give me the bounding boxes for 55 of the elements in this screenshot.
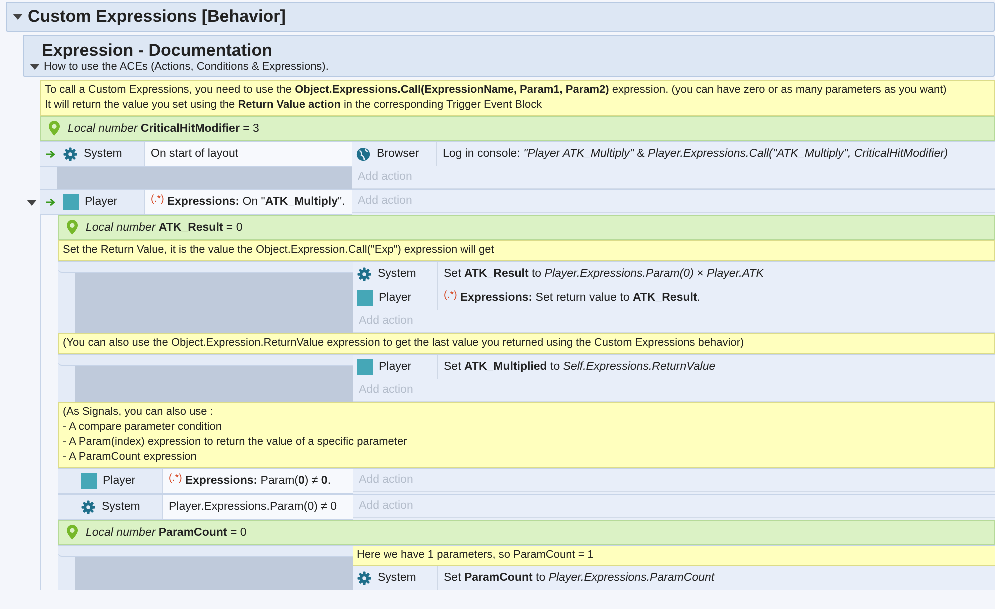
group-header[interactable]: Expression - Documentation How to use the ACEs (Actions, Conditions & Expressions). — [23, 35, 995, 77]
object-name: System — [378, 572, 416, 584]
object-name: Player — [103, 475, 136, 487]
group-title: Expression - Documentation — [41, 40, 274, 61]
comment: Set the Return Value, it is the value the Object.Expression.Call("Exp") expression will get — [58, 240, 995, 261]
expand-arrow-icon[interactable] — [13, 12, 23, 22]
expand-arrow-icon[interactable] — [30, 62, 40, 72]
gear-icon — [63, 146, 78, 162]
behavior-mark: (.*) — [169, 472, 182, 484]
action-text[interactable]: Log in console: "Player ATK_Multiply" & Player.Expressions.Call("ATK_Multiply", CriticalHitModifier) — [443, 148, 948, 160]
comment: Here we have 1 parameters, so ParamCount = 1 — [353, 546, 995, 566]
object-name: System — [84, 148, 122, 160]
action-object[interactable]: System — [353, 262, 438, 286]
gear-icon — [357, 570, 372, 586]
pin-icon — [67, 220, 78, 235]
behavior-mark: (.*) — [151, 194, 164, 204]
variable-text: Local number ATK_Result = 0 — [86, 222, 243, 234]
group-header[interactable]: Custom Expressions [Behavior] — [6, 2, 995, 32]
local-variable-row[interactable]: Local number CriticalHitModifier = 3 — [40, 116, 995, 141]
variable-text: Local number ParamCount = 0 — [86, 526, 247, 538]
local-variable-row[interactable]: Local number ATK_Result = 0 — [58, 215, 995, 240]
object-name: Player — [85, 196, 118, 208]
expand-arrow-icon[interactable] — [26, 198, 36, 208]
condition-text[interactable]: Expressions: Param(0) ≠ 0. — [185, 475, 332, 487]
pin-icon — [49, 121, 60, 136]
condition-text[interactable]: Expressions: On "ATK_Multiply". — [167, 196, 346, 208]
group-title: Custom Expressions [Behavior] — [28, 7, 286, 27]
action-text[interactable]: Expressions: Set return value to ATK_Result. — [460, 292, 700, 304]
gear-icon — [357, 266, 372, 282]
action-text[interactable]: Set ATK_Multiplied to Self.Expressions.ReturnValue — [444, 361, 716, 373]
comment: (As Signals, you can also use : - A compare parameter condition - A Param(index) expression to return the value of a specific parameter - A ParamCount expression — [58, 402, 995, 468]
action-text[interactable]: Set ParamCount to Player.Expressions.ParamCount — [444, 572, 715, 584]
object-name: System — [102, 501, 140, 513]
object-name: System — [378, 268, 416, 280]
sprite-square-icon — [357, 290, 373, 306]
action-object[interactable]: System — [353, 566, 438, 590]
comment: To call a Custom Expressions, you need to use the Object.Expressions.Call(ExpressionName, Param1, Param2) expression. (you can have zero or as many parameters as you want) It will return the value you set using the Return Value action in the corresponding Trigger Event Block — [40, 80, 995, 116]
sprite-square-icon — [81, 473, 97, 489]
behavior-mark: (.*) — [444, 290, 458, 300]
action-object[interactable]: Player — [353, 286, 438, 310]
local-variable-row[interactable]: Local number ParamCount = 0 — [58, 520, 995, 545]
group-description: How to use the ACEs (Actions, Conditions & Expressions). — [44, 61, 329, 73]
variable-text: Local number CriticalHitModifier = 3 — [68, 122, 260, 134]
action-text[interactable]: Set ATK_Result to Player.Expressions.Param(0) × Player.ATK — [444, 268, 764, 280]
gear-icon — [81, 500, 96, 514]
action-object[interactable]: Browser — [352, 142, 437, 166]
sprite-square-icon — [357, 359, 373, 375]
object-name: Player — [379, 292, 412, 304]
action-object[interactable]: Player — [353, 355, 438, 379]
globe-icon — [356, 146, 371, 162]
sprite-square-icon — [63, 194, 79, 210]
object-name: Browser — [377, 148, 420, 160]
comment: (You can also use the Object.Expression.ReturnValue expression to get the last value you returned using the Custom Expressions behavior) — [58, 333, 995, 354]
pin-icon — [67, 525, 78, 540]
object-name: Player — [379, 361, 412, 373]
